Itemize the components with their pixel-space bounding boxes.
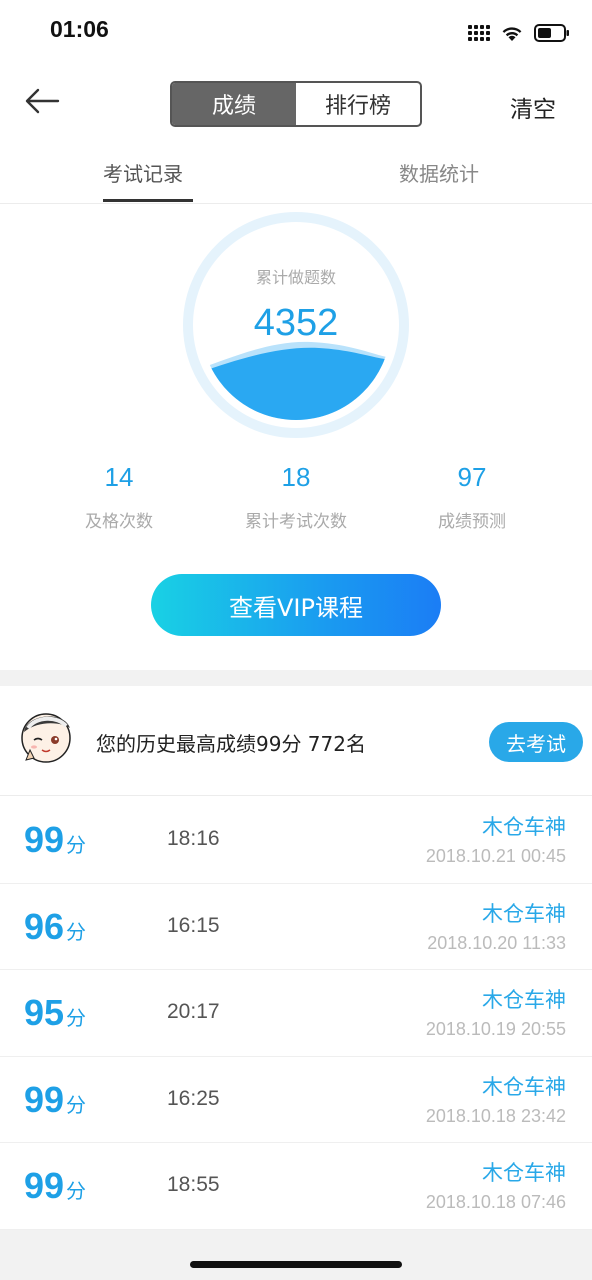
record-duration: 18:55: [167, 1173, 220, 1196]
stat-value: 97: [457, 462, 487, 492]
list-item[interactable]: 99 分 18:55 木仓车神 2018.10.18 07:46: [0, 1143, 592, 1230]
record-timestamp: 2018.10.20 11:33: [427, 932, 566, 953]
record-duration: 16:15: [167, 913, 220, 937]
tab-underline: [103, 199, 193, 202]
vip-course-button[interactable]: 查看VIP课程: [151, 574, 441, 636]
status-icons: [468, 24, 570, 42]
stat-pass-count: 14 及格次数: [39, 462, 199, 532]
record-duration: 20:17: [167, 1000, 220, 1023]
records-list: 99 分 18:16 木仓车神 2018.10.21 00:45 96 分 16:1…: [0, 797, 592, 1230]
wifi-icon: [500, 24, 524, 42]
segment-scores[interactable]: 成绩: [172, 83, 296, 125]
record-timestamp: 2018.10.18 23:42: [425, 1105, 566, 1126]
list-item[interactable]: 96 分 16:15 木仓车神 2018.10.20 11:33: [0, 884, 592, 970]
record-user-name: 木仓车神: [482, 1074, 566, 1099]
section-divider: [0, 670, 592, 686]
list-item[interactable]: 99 分 16:25 木仓车神 2018.10.18 23:42: [0, 1057, 592, 1143]
record-score: 99 分: [24, 1078, 87, 1120]
best-score-row: 您的历史最高成绩99分 772名 去考试: [0, 686, 592, 796]
status-time: 01:06: [50, 16, 109, 42]
record-user-name: 木仓车神: [482, 815, 566, 839]
segment-leaderboard[interactable]: 排行榜: [296, 83, 420, 125]
back-button[interactable]: [24, 86, 64, 116]
record-duration: 18:16: [167, 827, 220, 850]
list-item[interactable]: 99 分 18:16 木仓车神 2018.10.21 00:45: [0, 797, 592, 884]
bottom-area: [0, 1230, 592, 1280]
stat-label: 累计考试次数: [245, 512, 347, 532]
stat-label: 成绩预测: [438, 512, 506, 532]
total-questions-label: 累计做题数: [255, 268, 336, 287]
stat-value: 18: [281, 462, 311, 492]
tab-exam-records[interactable]: 考试记录: [103, 158, 183, 187]
record-user-name: 木仓车神: [482, 988, 566, 1012]
status-bar: 01:06: [0, 0, 592, 66]
sub-tabs: 考试记录 数据统计: [0, 142, 592, 204]
record-score: 99 分: [24, 1165, 87, 1206]
record-timestamp: 2018.10.18 07:46: [425, 1192, 566, 1212]
stat-score-prediction: 97 成绩预测: [392, 462, 552, 532]
stats-row: 14 及格次数 18 累计考试次数 97 成绩预测: [0, 462, 592, 542]
battery-icon: [534, 24, 570, 42]
record-user-name: 木仓车神: [482, 901, 566, 926]
record-score: 99 分: [24, 819, 87, 860]
signal-icon: [468, 25, 490, 41]
stat-label: 及格次数: [85, 512, 153, 532]
home-indicator[interactable]: [190, 1261, 402, 1268]
list-item[interactable]: 95 分 20:17 木仓车神 2018.10.19 20:55: [0, 970, 592, 1057]
tab-data-statistics[interactable]: 数据统计: [399, 158, 479, 187]
best-score-text: 您的历史最高成绩99分 772名: [96, 732, 366, 756]
go-exam-button[interactable]: 去考试: [489, 722, 583, 762]
stat-exam-count: 18 累计考试次数: [216, 462, 376, 532]
clear-button[interactable]: 清空: [510, 90, 556, 124]
stat-value: 14: [104, 462, 134, 492]
total-questions-value: 4352: [253, 302, 339, 344]
avatar: [18, 706, 74, 766]
record-score: 95 分: [24, 992, 87, 1033]
record-duration: 16:25: [167, 1086, 220, 1110]
record-score: 96 分: [24, 905, 87, 947]
segmented-control: 成绩 排行榜: [170, 81, 422, 127]
record-timestamp: 2018.10.19 20:55: [425, 1019, 566, 1039]
record-timestamp: 2018.10.21 00:45: [425, 846, 566, 866]
back-arrow-icon: [25, 88, 60, 114]
record-user-name: 木仓车神: [482, 1161, 566, 1185]
nav-bar: 成绩 排行榜 清空: [0, 66, 592, 142]
